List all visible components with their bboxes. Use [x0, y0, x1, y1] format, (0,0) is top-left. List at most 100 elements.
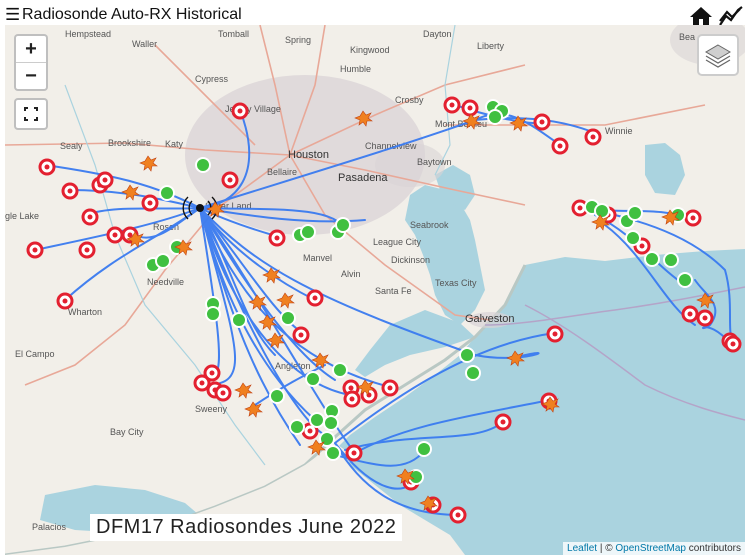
label-needville: Needville	[147, 277, 184, 287]
leaflet-link[interactable]: Leaflet	[567, 543, 597, 554]
label-galveston: Galveston	[465, 313, 515, 325]
label-tomball: Tomball	[218, 29, 249, 39]
layers-icon	[705, 44, 731, 68]
landing-marker	[306, 289, 324, 307]
contact-marker	[627, 205, 643, 221]
landing-marker	[61, 182, 79, 200]
contact-marker	[280, 310, 296, 326]
contact-marker	[487, 109, 503, 125]
attribution-contributors: contributors	[685, 543, 741, 554]
contact-marker	[677, 272, 693, 288]
contact-marker	[335, 217, 351, 233]
label-dickinson: Dickinson	[391, 255, 430, 265]
label-kingwood: Kingwood	[350, 45, 390, 55]
contact-marker	[155, 253, 171, 269]
contact-marker	[300, 224, 316, 240]
label-palacios: Palacios	[32, 522, 67, 532]
label-texas-city: Texas City	[435, 278, 477, 288]
map-canvas[interactable]: Hempstead Waller Tomball Spring Kingwood…	[5, 25, 745, 555]
app-title: Radiosonde Auto-RX Historical	[22, 6, 242, 23]
chart-icon[interactable]	[718, 5, 744, 27]
zoom-out-button[interactable]: −	[16, 62, 46, 89]
zoom-control: + −	[14, 34, 48, 91]
contact-marker	[289, 419, 305, 435]
contact-marker	[269, 388, 285, 404]
contact-marker	[459, 347, 475, 363]
label-hempstead: Hempstead	[65, 29, 111, 39]
attribution-separator: | ©	[597, 543, 616, 554]
contact-marker	[594, 203, 610, 219]
landing-marker	[494, 413, 512, 431]
landing-marker	[681, 305, 699, 323]
map-attribution: Leaflet | © OpenStreetMap contributors	[563, 542, 745, 555]
landing-marker	[584, 128, 602, 146]
contact-marker	[195, 157, 211, 173]
contact-marker	[159, 185, 175, 201]
contact-marker	[305, 371, 321, 387]
label-crosby: Crosby	[395, 95, 424, 105]
contact-marker	[416, 441, 432, 457]
landing-marker	[461, 99, 479, 117]
label-liberty: Liberty	[477, 41, 505, 51]
label-spring: Spring	[285, 35, 311, 45]
landing-marker	[345, 444, 363, 462]
contact-marker	[465, 365, 481, 381]
contact-marker	[205, 306, 221, 322]
landing-marker	[551, 137, 569, 155]
label-winnie: Winnie	[605, 126, 633, 136]
label-pasadena: Pasadena	[338, 172, 388, 184]
label-eagle-lake: gle Lake	[5, 211, 39, 221]
landing-marker	[81, 208, 99, 226]
landing-marker	[724, 335, 742, 353]
landing-marker	[443, 96, 461, 114]
landing-marker	[343, 390, 361, 408]
landing-marker	[56, 292, 74, 310]
label-el-campo: El Campo	[15, 349, 55, 359]
landing-marker	[221, 171, 239, 189]
landing-marker	[546, 325, 564, 343]
label-seabrook: Seabrook	[410, 220, 449, 230]
contact-marker	[323, 415, 339, 431]
landing-marker	[26, 241, 44, 259]
layers-button[interactable]	[697, 34, 739, 76]
landing-marker	[214, 384, 232, 402]
menu-icon[interactable]: ☰	[5, 5, 20, 25]
label-dayton: Dayton	[423, 29, 452, 39]
landing-marker	[684, 209, 702, 227]
contact-marker	[332, 362, 348, 378]
label-katy: Katy	[165, 139, 184, 149]
home-icon[interactable]	[689, 6, 713, 26]
contact-marker	[231, 312, 247, 328]
contact-marker	[309, 412, 325, 428]
map-basemap: Hempstead Waller Tomball Spring Kingwood…	[5, 25, 745, 555]
landing-marker	[38, 158, 56, 176]
label-bay-city: Bay City	[110, 427, 144, 437]
contact-marker	[325, 445, 341, 461]
label-brookshire: Brookshire	[108, 138, 151, 148]
landing-marker	[449, 506, 467, 524]
zoom-in-button[interactable]: +	[16, 36, 46, 62]
fullscreen-button[interactable]	[14, 98, 48, 130]
label-waller: Waller	[132, 39, 157, 49]
landing-marker	[292, 326, 310, 344]
contact-marker	[644, 251, 660, 267]
osm-link[interactable]: OpenStreetMap	[615, 543, 686, 554]
label-sweeny: Sweeny	[195, 404, 228, 414]
fullscreen-icon	[24, 107, 38, 121]
label-league-city: League City	[373, 237, 422, 247]
landing-marker	[268, 229, 286, 247]
label-houston: Houston	[288, 149, 329, 161]
label-humble: Humble	[340, 64, 371, 74]
landing-marker	[696, 309, 714, 327]
label-baytown: Baytown	[417, 157, 452, 167]
label-sealy: Sealy	[60, 141, 83, 151]
landing-marker	[141, 194, 159, 212]
landing-marker	[231, 102, 249, 120]
contact-marker	[663, 252, 679, 268]
label-santa-fe: Santa Fe	[375, 286, 412, 296]
landing-marker	[96, 171, 114, 189]
label-manvel: Manvel	[303, 253, 332, 263]
label-alvin: Alvin	[341, 269, 361, 279]
landing-marker	[78, 241, 96, 259]
landing-marker	[381, 379, 399, 397]
